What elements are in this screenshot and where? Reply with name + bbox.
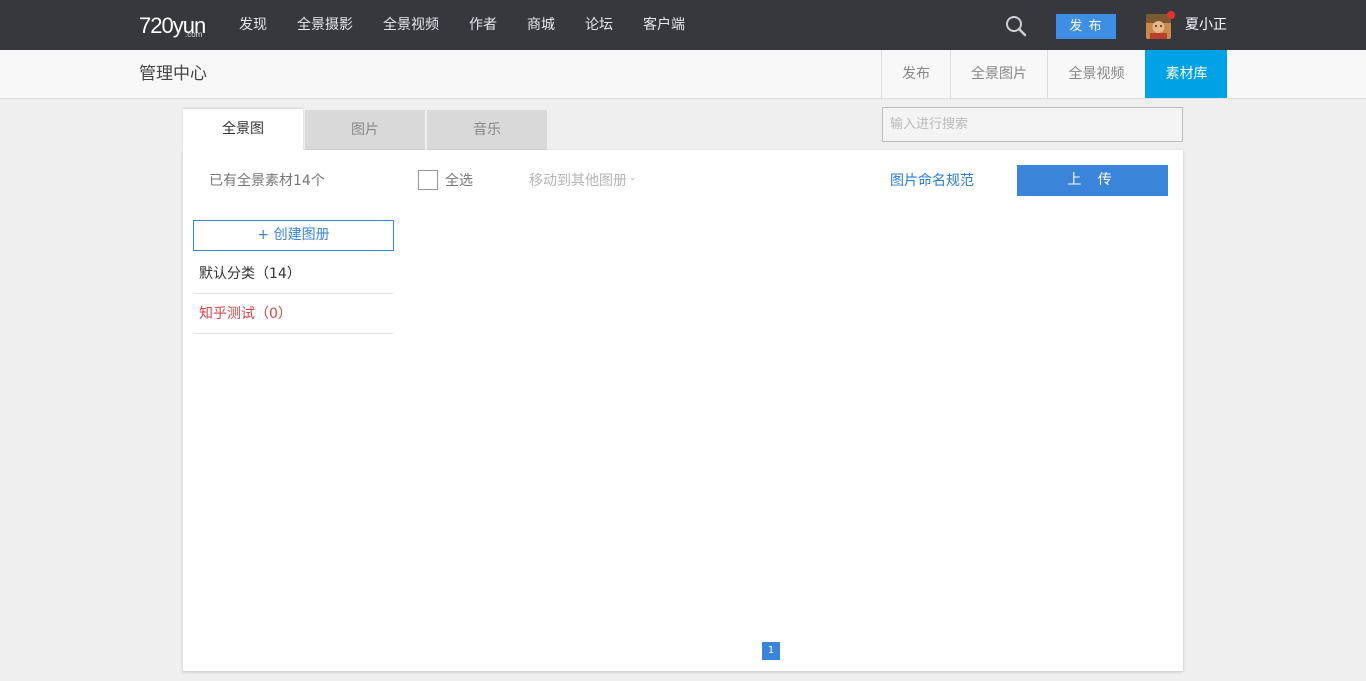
page-title: 管理中心 — [139, 64, 207, 84]
nav-item-panorama-photography[interactable]: 全景摄影 — [297, 0, 353, 50]
album-item-zhihu-test[interactable]: 知乎测试（0） — [193, 294, 393, 334]
tab-images[interactable]: 图片 — [305, 110, 425, 150]
album-item-default[interactable]: 默认分类（14） — [193, 254, 393, 294]
notification-dot — [1167, 11, 1175, 19]
site-logo[interactable]: 720yun .com — [139, 13, 206, 39]
move-to-album-label: 移动到其他图册 — [529, 173, 627, 189]
subtab-panorama-videos[interactable]: 全景视频 — [1047, 50, 1145, 98]
create-album-button[interactable]: + 创建图册 — [193, 220, 394, 251]
nav-item-store[interactable]: 商城 — [527, 0, 555, 50]
nav-item-client[interactable]: 客户端 — [643, 0, 685, 50]
subtab-panorama-images[interactable]: 全景图片 — [950, 50, 1047, 98]
pagination-page[interactable]: 1 — [762, 642, 780, 660]
top-nav-bar: 720yun .com 发现 全景摄影 全景视频 作者 商城 论坛 客户端 发 … — [0, 0, 1366, 50]
logo-suffix: .com — [185, 30, 203, 39]
select-all-checkbox[interactable] — [418, 170, 438, 190]
upload-button[interactable]: 上 传 — [1017, 165, 1168, 196]
nav-item-forum[interactable]: 论坛 — [585, 0, 613, 50]
nav-item-panorama-video[interactable]: 全景视频 — [383, 0, 439, 50]
move-to-album-dropdown[interactable]: 移动到其他图册 ⌄ — [529, 170, 637, 190]
tab-music[interactable]: 音乐 — [427, 110, 547, 150]
select-all-label[interactable]: 全选 — [445, 170, 473, 190]
material-panel: 已有全景素材14个 全选 移动到其他图册 ⌄ 图片命名规范 上 传 + 创建图册 … — [183, 150, 1183, 671]
tab-panorama[interactable]: 全景图 — [183, 109, 303, 151]
subtab-publish[interactable]: 发布 — [881, 50, 950, 98]
chevron-down-icon: ⌄ — [629, 173, 637, 183]
material-count: 已有全景素材14个 — [209, 173, 325, 189]
search-icon[interactable] — [1004, 14, 1028, 38]
naming-rules-link[interactable]: 图片命名规范 — [890, 170, 974, 190]
publish-button[interactable]: 发 布 — [1056, 14, 1116, 39]
username[interactable]: 夏小正 — [1185, 0, 1227, 50]
nav-item-authors[interactable]: 作者 — [469, 0, 497, 50]
management-header: 管理中心 发布 全景图片 全景视频 素材库 — [0, 50, 1366, 99]
subtab-material-library[interactable]: 素材库 — [1145, 50, 1227, 98]
search-input[interactable] — [882, 107, 1183, 142]
nav-item-discover[interactable]: 发现 — [239, 0, 267, 50]
